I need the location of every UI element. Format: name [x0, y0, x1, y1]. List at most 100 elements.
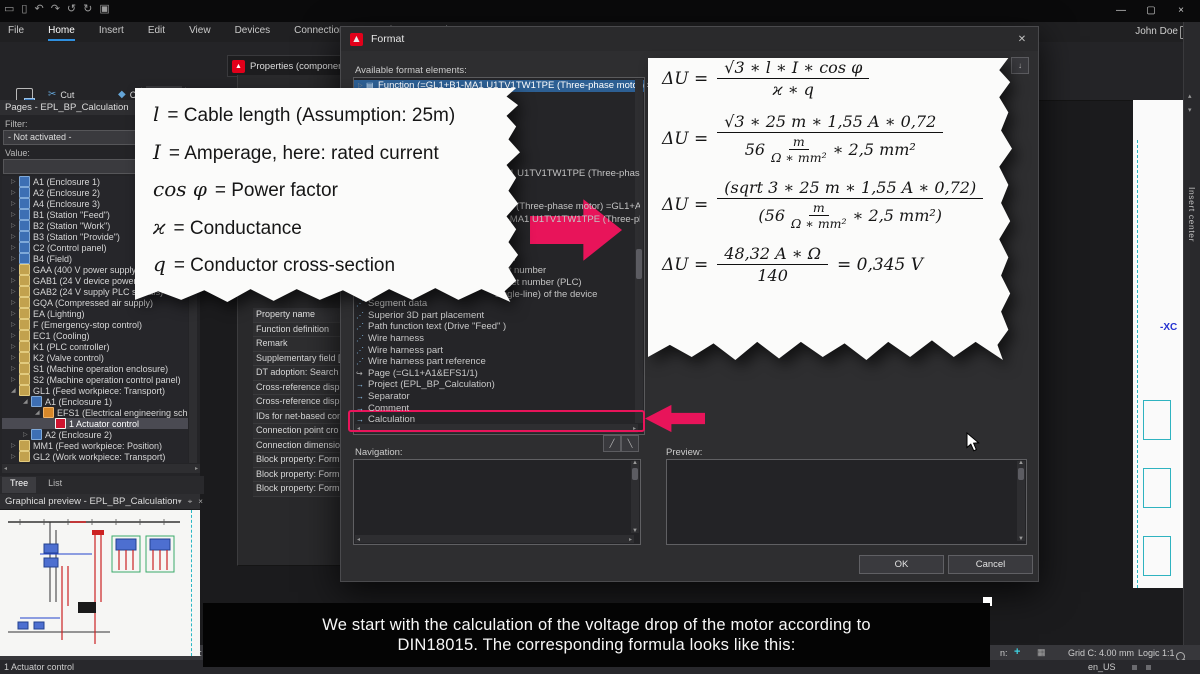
tree-item[interactable]: ▷ S1 (Machine operation enclosure)	[2, 363, 188, 374]
expander-icon[interactable]: ▷	[11, 288, 19, 295]
scroll-left-icon[interactable]: ◂	[4, 465, 7, 472]
crosshair-icon[interactable]: +	[1014, 646, 1020, 658]
scroll-up-icon[interactable]: ▴	[1188, 92, 1192, 100]
expander-icon[interactable]: ◢	[23, 398, 31, 405]
tree-item[interactable]: ▷ EA (Lighting)	[2, 308, 188, 319]
expander-icon[interactable]: ▷	[11, 442, 19, 449]
property-grid-row[interactable]: Connection dimensio	[253, 439, 340, 454]
tree-item[interactable]: ◢ EFS1 (Electrical engineering sch	[2, 407, 188, 418]
ribbon-tab[interactable]: File	[8, 25, 24, 41]
expander-icon[interactable]: ▷	[11, 354, 19, 361]
ok-button[interactable]: OK	[859, 555, 944, 574]
close-button[interactable]: ×	[1166, 1, 1196, 19]
property-grid-row[interactable]: Block property: Formu	[253, 453, 340, 468]
expander-icon[interactable]: ▷	[11, 189, 19, 196]
quick-access-icon[interactable]: ↻	[83, 2, 92, 15]
expander-icon[interactable]: ▷	[11, 453, 19, 460]
close-icon[interactable]: ×	[198, 494, 203, 509]
quick-access-icon[interactable]: ↶	[34, 2, 43, 15]
list-item[interactable]: ⋰ Wire harness part reference	[352, 356, 640, 368]
list-item[interactable]: → Calculation	[352, 414, 640, 426]
list-item[interactable]: ⋰ Wire harness	[352, 333, 640, 345]
expander-icon[interactable]: ▷	[11, 211, 19, 218]
maximize-button[interactable]: ▢	[1136, 1, 1166, 19]
expander-icon[interactable]: ▷	[11, 277, 19, 284]
tree-item[interactable]: ▷ MM1 (Feed workpiece: Position)	[2, 440, 188, 451]
grid-icon[interactable]: ▦	[1037, 647, 1046, 658]
pin-icon[interactable]: ⌖	[188, 494, 193, 509]
status-icon[interactable]	[1146, 665, 1151, 670]
expander-icon[interactable]: ▷	[11, 244, 19, 251]
expander-icon[interactable]: ▷	[11, 376, 19, 383]
expander-icon[interactable]: ▷	[11, 310, 19, 317]
property-grid-row[interactable]: Remark	[253, 337, 340, 352]
list-item[interactable]: → Project (EPL_BP_Calculation)	[352, 379, 640, 391]
quick-access-icon[interactable]: ↺	[67, 2, 76, 15]
expander-icon[interactable]: ▷	[11, 233, 19, 240]
tree-item[interactable]: ▷ K2 (Valve control)	[2, 352, 188, 363]
ribbon-tab[interactable]: Edit	[148, 25, 165, 41]
scroll-down-icon[interactable]: ▾	[1188, 106, 1192, 114]
expander-icon[interactable]: ▷	[11, 343, 19, 350]
property-grid-row[interactable]: Block property: Formu	[253, 468, 340, 483]
property-grid-row[interactable]: DT adoption: Search d	[253, 366, 340, 381]
ribbon-tab[interactable]: Home	[48, 25, 75, 41]
ribbon-tab[interactable]: Insert	[99, 25, 124, 41]
list-item[interactable]: → Separator	[352, 391, 640, 403]
tree-item[interactable]: ▷ EC1 (Cooling)	[2, 330, 188, 341]
scroll-right-icon[interactable]: ▸	[195, 465, 198, 472]
expander-icon[interactable]: ▷	[11, 200, 19, 207]
tree-horizontal-scrollbar[interactable]: ◂ ▸	[2, 464, 200, 473]
edit-diagonal-button[interactable]: ╱	[603, 435, 621, 452]
expander-icon[interactable]: ◢	[35, 409, 43, 416]
expander-icon[interactable]: ▷	[11, 178, 19, 185]
expander-icon[interactable]: ▷	[11, 332, 19, 339]
tree-item[interactable]: ▷ A2 (Enclosure 2)	[2, 429, 188, 440]
cut-button[interactable]: ✂Cut	[48, 89, 74, 100]
tree-item[interactable]: ◢ A1 (Enclosure 1)	[2, 396, 188, 407]
chevron-down-icon[interactable]: ▾	[178, 494, 182, 509]
property-grid-row[interactable]: Function definition	[253, 323, 340, 338]
property-grid-row[interactable]: Connection point cro	[253, 424, 340, 439]
minimize-button[interactable]: —	[1106, 1, 1136, 19]
expander-icon[interactable]: ▷	[11, 365, 19, 372]
property-grid-row[interactable]: Cross-reference displa	[253, 381, 340, 396]
list-item[interactable]: ⋰ Superior 3D part placement	[352, 310, 640, 322]
expander-icon[interactable]: ▷	[11, 321, 19, 328]
close-icon[interactable]: ✕	[1012, 31, 1032, 47]
quick-access-icon[interactable]: ↷	[51, 2, 60, 15]
property-grid-row[interactable]: IDs for net-based con	[253, 410, 340, 425]
expander-icon[interactable]: ▷	[11, 255, 19, 262]
ribbon-tab[interactable]: View	[189, 25, 211, 41]
tree-item[interactable]: ▷ K1 (PLC controller)	[2, 341, 188, 352]
insert-center-tab[interactable]: Insert center	[1187, 187, 1197, 242]
scroll-down-button[interactable]: ↓	[1011, 57, 1029, 74]
list-item[interactable]: ⋰ Wire harness part	[352, 344, 640, 356]
properties-dialog-titlebar[interactable]: ▲ Properties (components): Ge	[227, 55, 358, 77]
language-status[interactable]: en_US	[1088, 662, 1116, 672]
list-item[interactable]: ↪ Page (=GL1+A1&EFS1/1)	[352, 368, 640, 380]
property-grid-row[interactable]: Block property: Formu	[253, 482, 340, 497]
status-icon[interactable]	[1132, 665, 1137, 670]
expander-icon[interactable]: ◢	[11, 387, 19, 394]
expander-icon[interactable]: ▷	[11, 299, 19, 306]
property-grid-row[interactable]: Cross-reference displa	[253, 395, 340, 410]
expander-icon[interactable]: ▷	[11, 266, 19, 273]
ribbon-tab[interactable]: Devices	[235, 25, 271, 41]
expander-icon[interactable]: ▷	[23, 431, 31, 438]
quick-access-icon[interactable]: ▯	[21, 2, 27, 15]
tree-item[interactable]: ▷ GL2 (Work workpiece: Transport)	[2, 451, 188, 462]
grid-size-status[interactable]: Grid C: 4.00 mm	[1068, 648, 1134, 658]
user-name[interactable]: John Doe	[1135, 26, 1178, 37]
edit-diagonal-button[interactable]: ╲	[621, 435, 639, 452]
quick-access-icon[interactable]: ▭	[4, 2, 14, 15]
list-item[interactable]: ⋰ Path function text (Drive "Feed" )	[352, 321, 640, 333]
expander-icon[interactable]: ▷	[11, 222, 19, 229]
panel-tab[interactable]: List	[40, 477, 70, 493]
tree-item[interactable]: 1 Actuator control	[2, 418, 188, 429]
tree-item[interactable]: ▷ S2 (Machine operation control panel)	[2, 374, 188, 385]
quick-access-icon[interactable]: ▣	[99, 2, 109, 15]
panel-tab[interactable]: Tree	[2, 477, 36, 493]
tree-item[interactable]: ◢ GL1 (Feed workpiece: Transport)	[2, 385, 188, 396]
property-grid-row[interactable]: Supplementary field [	[253, 352, 340, 367]
